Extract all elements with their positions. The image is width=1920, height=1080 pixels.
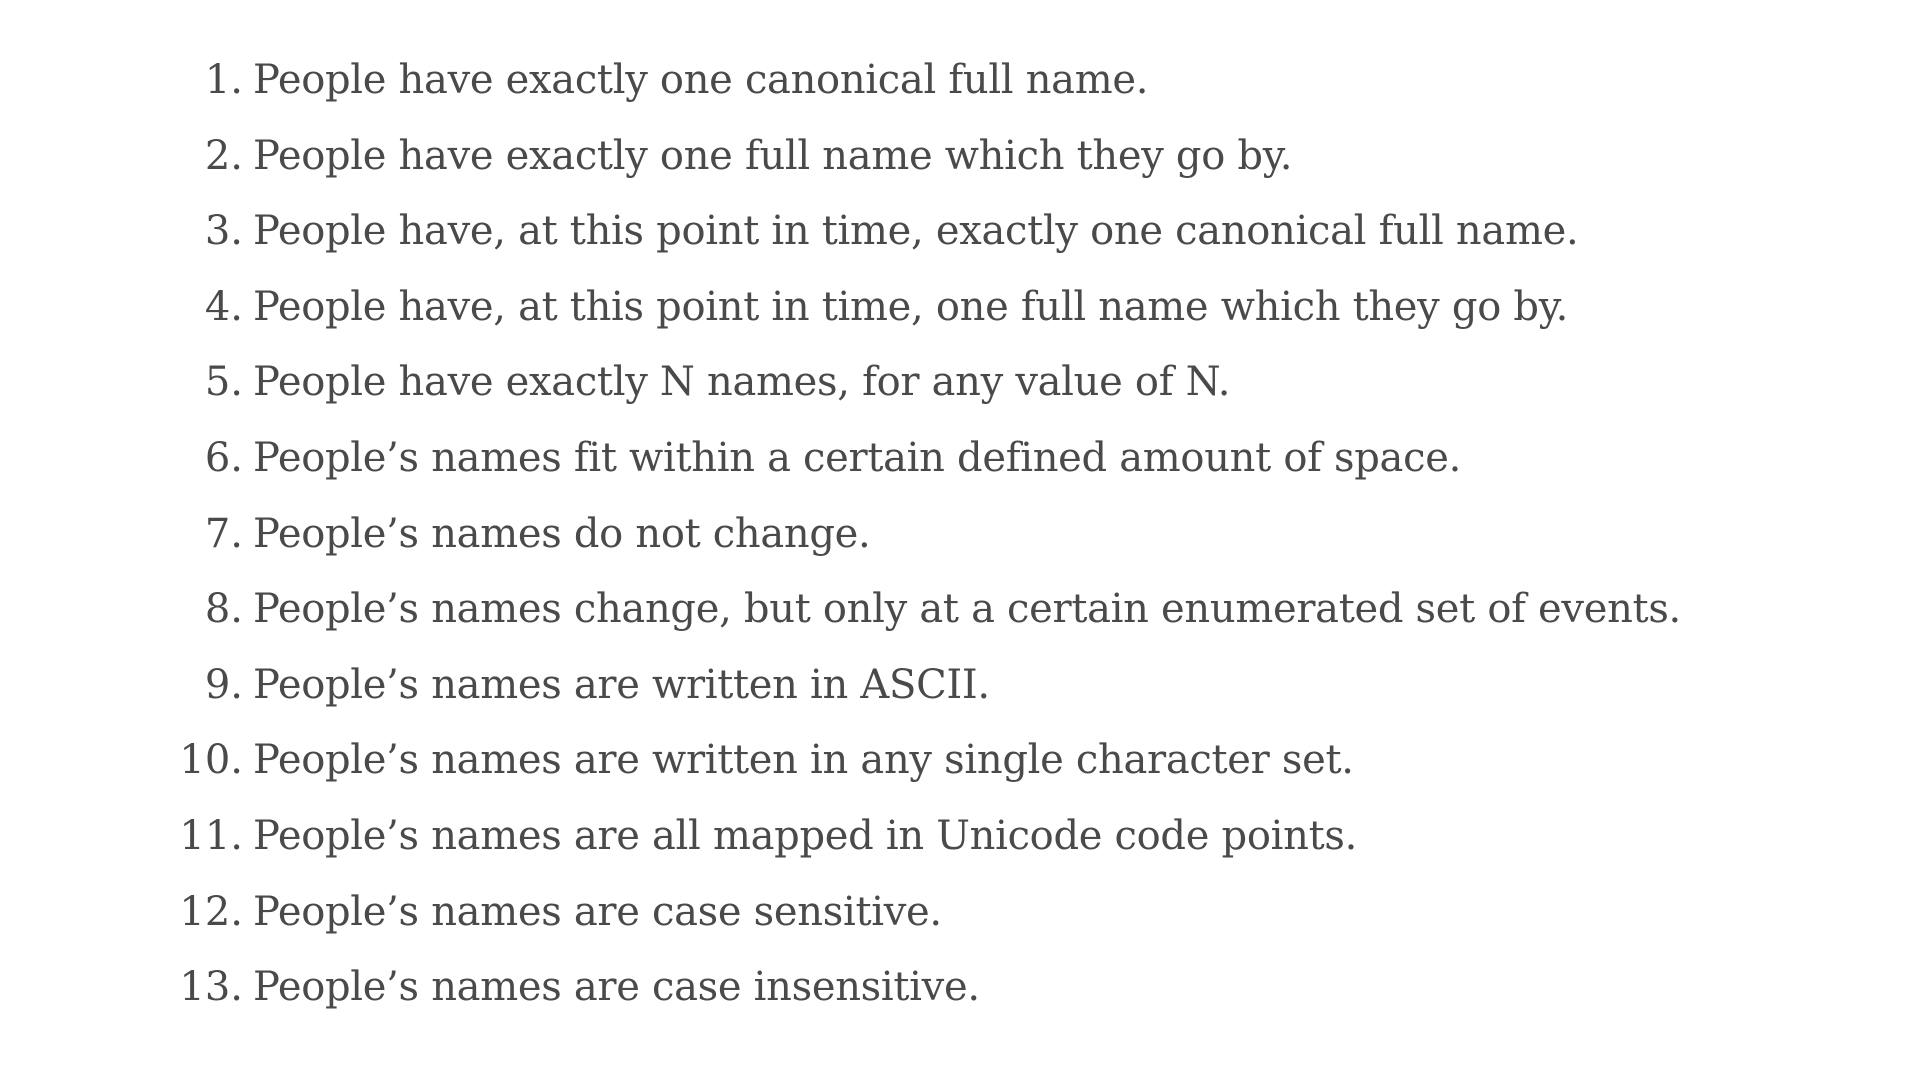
list-item: 13. People’s names are case insensitive. xyxy=(0,964,1681,1040)
item-number: 11. xyxy=(179,812,243,859)
list-item: 3. People have, at this point in time, e… xyxy=(0,208,1681,284)
item-text: People’s names are case insensitive. xyxy=(253,964,980,1011)
item-number: 6. xyxy=(204,434,243,481)
list-item: 8. People’s names change, but only at a … xyxy=(0,586,1681,662)
item-text: People’s names are written in ASCII. xyxy=(253,661,990,708)
item-number: 13. xyxy=(179,964,243,1011)
item-number: 1. xyxy=(204,57,243,103)
list-item: 2. People have exactly one full name whi… xyxy=(0,133,1681,209)
item-text: People have exactly N names, for any val… xyxy=(253,359,1231,406)
list-item: 1. People have exactly one canonical ful… xyxy=(0,57,1681,133)
item-text: People’s names are written in any single… xyxy=(253,737,1354,784)
item-number: 9. xyxy=(204,661,243,708)
list-item: 6. People’s names fit within a certain d… xyxy=(0,435,1681,511)
list-item: 10. People’s names are written in any si… xyxy=(0,737,1681,813)
item-number: 2. xyxy=(204,132,243,179)
item-text: People have, at this point in time, one … xyxy=(253,283,1569,330)
item-text: People’s names do not change. xyxy=(253,510,871,557)
list-item: 9. People’s names are written in ASCII. xyxy=(0,662,1681,738)
item-number: 4. xyxy=(204,283,243,330)
item-number: 5. xyxy=(204,359,243,406)
list-item: 12. People’s names are case sensitive. xyxy=(0,889,1681,965)
list-item: 7. People’s names do not change. xyxy=(0,511,1681,587)
list-item: 4. People have, at this point in time, o… xyxy=(0,284,1681,360)
list-item: 11. People’s names are all mapped in Uni… xyxy=(0,813,1681,889)
item-text: People’s names fit within a certain defi… xyxy=(253,434,1461,481)
item-number: 10. xyxy=(179,737,243,784)
item-text: People have exactly one full name which … xyxy=(253,132,1293,179)
item-number: 8. xyxy=(204,586,243,633)
item-number: 3. xyxy=(204,208,243,255)
item-text: People’s names are case sensitive. xyxy=(253,888,942,935)
numbered-list: 1. People have exactly one canonical ful… xyxy=(0,57,1681,1040)
item-number: 12. xyxy=(179,888,243,935)
item-number: 7. xyxy=(204,510,243,557)
page: 1. People have exactly one canonical ful… xyxy=(0,0,1920,1080)
list-item: 5. People have exactly N names, for any … xyxy=(0,359,1681,435)
item-text: People’s names are all mapped in Unicode… xyxy=(253,812,1357,859)
item-text: People’s names change, but only at a cer… xyxy=(253,586,1681,633)
item-text: People have, at this point in time, exac… xyxy=(253,208,1579,255)
item-text: People have exactly one canonical full n… xyxy=(253,57,1149,103)
